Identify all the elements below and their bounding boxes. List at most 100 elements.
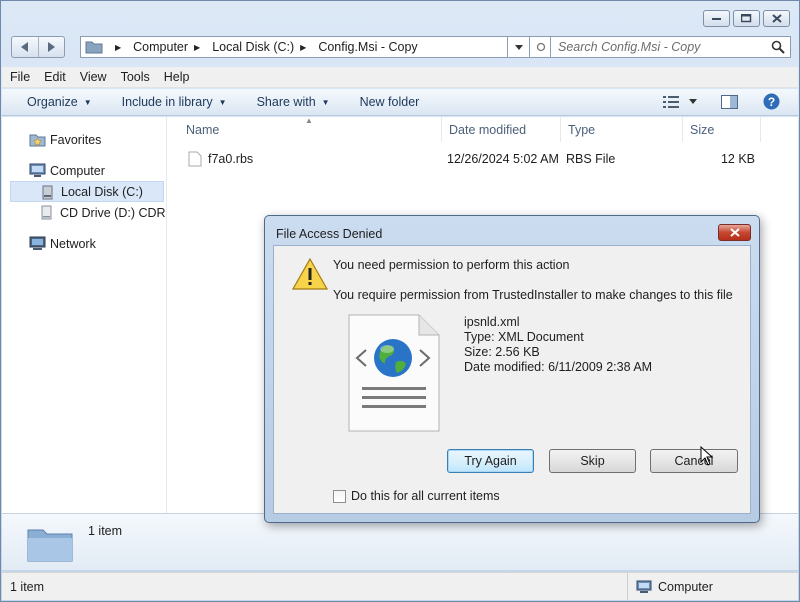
computer-icon	[636, 580, 652, 593]
chevron-down-icon[interactable]	[689, 99, 697, 104]
dialog-body: You need permission to perform this acti…	[273, 245, 751, 514]
status-location-label: Computer	[658, 579, 713, 594]
status-location: Computer	[627, 573, 713, 600]
mouse-cursor-icon	[700, 446, 714, 466]
chevron-down-icon: ▼	[321, 97, 330, 107]
column-label: Size	[690, 122, 715, 137]
checkbox-box[interactable]	[333, 489, 346, 503]
breadcrumb-current-folder[interactable]: Config.Msi - Copy	[318, 40, 417, 54]
navigation-pane: Favorites Computer Local Disk (C:) CD Dr…	[2, 117, 167, 513]
file-info-size: Size: 2.56 KB	[464, 345, 540, 359]
file-type: RBS File	[566, 152, 616, 166]
back-button[interactable]	[12, 37, 38, 57]
breadcrumb-local-disk[interactable]: Local Disk (C:) ▶	[212, 40, 314, 54]
share-with-button[interactable]: Share with ▼	[257, 95, 330, 109]
search-input[interactable]: Search Config.Msi - Copy	[550, 36, 791, 58]
menu-edit[interactable]: Edit	[44, 70, 66, 84]
item-count: 1 item	[88, 524, 123, 538]
status-item-count: 1 item	[10, 579, 45, 594]
svg-text:?: ?	[768, 95, 775, 109]
navigation-row: ▶ Computer ▶ Local Disk (C:) ▶ Config.Msi …	[11, 36, 791, 59]
include-in-library-button[interactable]: Include in library ▼	[122, 95, 227, 109]
table-row[interactable]: f7a0.rbs 12/26/2024 5:02 AM RBS File 12 …	[168, 149, 798, 169]
minimize-icon	[711, 17, 721, 20]
nav-local-disk[interactable]: Local Disk (C:)	[10, 181, 164, 202]
column-size[interactable]: Size	[683, 117, 761, 142]
hard-disk-icon	[42, 185, 53, 200]
share-with-label: Share with	[256, 95, 316, 109]
column-type[interactable]: Type	[561, 117, 683, 142]
computer-icon	[29, 163, 46, 177]
nav-label: CD Drive (D:) CDROM	[60, 205, 166, 220]
search-placeholder: Search Config.Msi - Copy	[558, 40, 701, 54]
column-label: Name	[186, 122, 220, 137]
nav-cd-drive[interactable]: CD Drive (D:) CDROM	[2, 202, 166, 223]
nav-favorites[interactable]: Favorites	[2, 129, 166, 150]
network-icon	[29, 236, 46, 250]
column-date-modified[interactable]: Date modified	[442, 117, 561, 142]
try-again-button[interactable]: Try Again	[447, 449, 534, 473]
menu-view[interactable]: View	[80, 70, 107, 84]
forward-button[interactable]	[37, 37, 65, 57]
breadcrumb-label: Computer	[133, 40, 189, 54]
column-headers: ▲ Name Date modified Type Size	[168, 116, 798, 142]
dialog-title: File Access Denied	[276, 227, 383, 241]
breadcrumb-root[interactable]: ▶	[109, 43, 129, 52]
minimize-button[interactable]	[703, 10, 730, 27]
column-label: Date modified	[449, 122, 527, 137]
new-folder-button[interactable]: New folder	[360, 95, 420, 109]
chevron-down-icon: ▼	[218, 97, 227, 107]
new-folder-label: New folder	[359, 95, 420, 109]
close-icon	[771, 14, 782, 23]
button-label: Try Again	[464, 454, 517, 468]
close-window-button[interactable]	[763, 10, 790, 27]
cd-drive-icon	[41, 205, 52, 220]
view-details-icon[interactable]	[663, 95, 679, 108]
nav-label: Computer	[50, 163, 105, 178]
address-bar[interactable]: ▶ Computer ▶ Local Disk (C:) ▶ Config.Msi …	[80, 36, 528, 58]
breadcrumb-label: Local Disk (C:)	[212, 40, 295, 54]
nav-label: Favorites	[50, 132, 102, 147]
menu-file[interactable]: File	[10, 70, 30, 84]
chevron-down-icon	[515, 44, 523, 50]
file-date: 12/26/2024 5:02 AM	[447, 152, 559, 166]
help-icon[interactable]: ?	[763, 93, 780, 110]
file-name: f7a0.rbs	[208, 152, 254, 166]
dialog-close-button[interactable]	[718, 224, 751, 241]
menu-help[interactable]: Help	[164, 70, 190, 84]
back-arrow-icon	[20, 42, 28, 52]
apply-to-all-checkbox[interactable]: Do this for all current items	[333, 489, 500, 503]
cancel-button[interactable]: Cancel	[650, 449, 738, 473]
breadcrumb-computer[interactable]: Computer ▶	[133, 40, 208, 54]
back-forward-buttons	[11, 36, 65, 58]
menu-tools[interactable]: Tools	[121, 70, 150, 84]
organize-label: Organize	[27, 95, 78, 109]
organize-button[interactable]: Organize ▼	[27, 95, 92, 109]
maximize-button[interactable]	[733, 10, 760, 27]
folder-large-icon	[27, 529, 73, 562]
nav-label: Local Disk (C:)	[61, 184, 143, 199]
skip-button[interactable]: Skip	[549, 449, 636, 473]
favorites-icon	[29, 134, 46, 147]
file-icon	[188, 151, 202, 167]
preview-pane-icon[interactable]	[721, 94, 739, 109]
menu-bar: File Edit View Tools Help	[2, 67, 798, 88]
file-info-type: Type: XML Document	[464, 330, 584, 344]
breadcrumb-arrow-icon: ▶	[115, 42, 122, 52]
nav-network[interactable]: Network	[2, 233, 166, 254]
refresh-icon	[536, 42, 546, 52]
breadcrumb-label: Config.Msi - Copy	[318, 40, 418, 54]
file-info-name: ipsnld.xml	[464, 315, 520, 329]
column-label: Type	[568, 122, 596, 137]
warning-icon	[292, 258, 328, 290]
status-bar: 1 item Computer	[2, 572, 798, 600]
maximize-icon	[741, 14, 752, 23]
chevron-down-icon: ▼	[83, 97, 92, 107]
file-info-date: Date modified: 6/11/2009 2:38 AM	[464, 360, 653, 374]
nav-computer[interactable]: Computer	[2, 160, 166, 181]
breadcrumb-arrow-icon: ▶	[300, 42, 307, 52]
address-dropdown-button[interactable]	[507, 36, 531, 58]
dialog-message: You need permission to perform this acti…	[333, 258, 570, 272]
xml-document-icon	[348, 314, 440, 432]
search-icon	[771, 40, 785, 54]
